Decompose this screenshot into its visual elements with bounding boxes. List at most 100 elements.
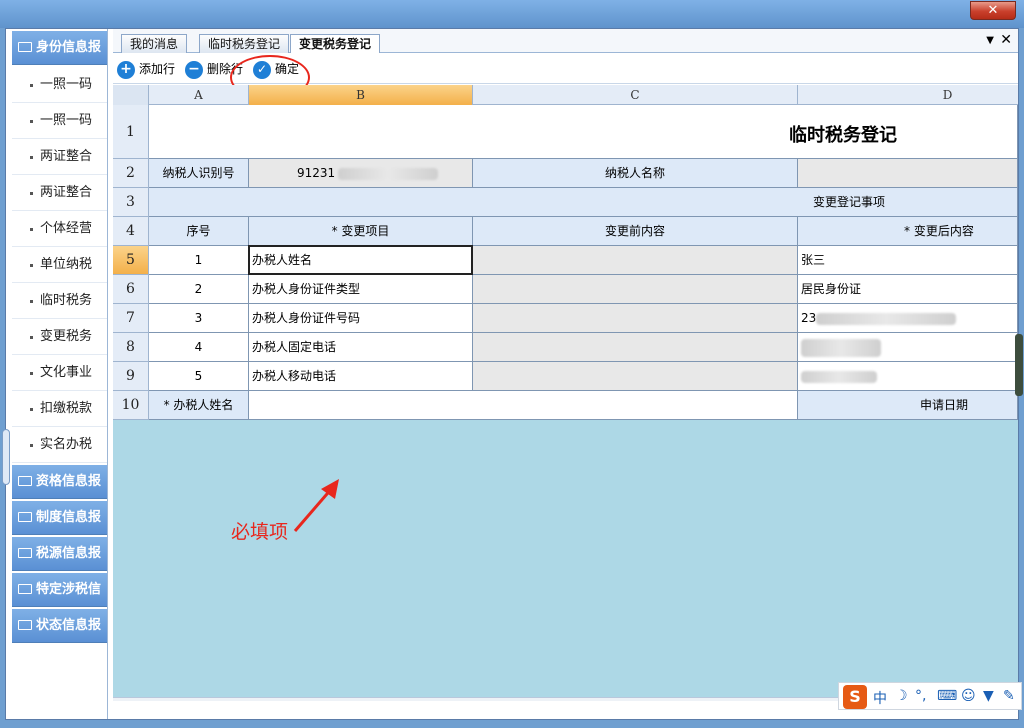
nav-item-8[interactable]: 变更税务 (12, 319, 107, 355)
redacted-text (338, 167, 439, 180)
row-header-4[interactable]: 4 (113, 217, 149, 246)
bullet-icon (30, 228, 33, 231)
row-header-10[interactable]: 10 (113, 391, 149, 420)
column-header-b[interactable]: B (249, 85, 473, 105)
moon-icon[interactable]: ☽ (895, 688, 908, 704)
before-content-cell (473, 246, 798, 275)
row-header-7[interactable]: 7 (113, 304, 149, 333)
nav-section-status[interactable]: 状态信息报 (12, 609, 107, 643)
nav-item-7[interactable]: 临时税务 (12, 283, 107, 319)
nav-item-2[interactable]: 一照一码 (12, 103, 107, 139)
after-content-cell[interactable]: 23 (798, 304, 1018, 333)
bullet-icon (30, 336, 33, 339)
seq-cell: 3 (149, 304, 249, 333)
nav-item-6[interactable]: 单位纳税 (12, 247, 107, 283)
row-header-8[interactable]: 8 (113, 333, 149, 362)
nav-item-label: 单位纳税 (40, 257, 93, 272)
after-content-cell[interactable]: 居民身份证 (798, 275, 1018, 304)
nav-item-label: 实名办税 (40, 437, 93, 452)
add-row-button[interactable]: + 添加行 (117, 59, 175, 79)
select-all-corner[interactable] (113, 85, 149, 105)
column-header-c[interactable]: C (473, 85, 798, 105)
nav-item-label: 个体经营 (40, 221, 93, 236)
nav-section-label: 状态信息报 (36, 618, 102, 633)
nav-item-5[interactable]: 个体经营 (12, 211, 107, 247)
bullet-icon (30, 84, 33, 87)
keyboard-icon[interactable]: ⌨ (937, 688, 957, 704)
ime-toolbar[interactable]: S 中 ☽ °, ⌨ ☺ ▼ ✎ (838, 682, 1022, 710)
row-header-9[interactable]: 9 (113, 362, 149, 391)
nav-section-qualification[interactable]: 资格信息报 (12, 465, 107, 499)
left-navigation: 身份信息报 一照一码 一照一码 两证整合 两证整合 个体经营 单位纳税 临时税务… (6, 29, 108, 719)
tab-change-tax-registration[interactable]: 变更税务登记 (290, 34, 381, 54)
nav-item-11[interactable]: 实名办税 (12, 427, 107, 463)
handler-name-label: * 办税人姓名 (149, 391, 249, 420)
tab-temp-tax-registration[interactable]: 临时税务登记 (199, 34, 290, 53)
header-before-content: 变更前内容 (473, 217, 798, 246)
bullet-icon (30, 156, 33, 159)
column-header-a[interactable]: A (149, 85, 249, 105)
after-content-cell[interactable] (798, 333, 1018, 362)
change-item-cell[interactable]: 办税人身份证件类型 (249, 275, 473, 304)
spreadsheet[interactable]: A B C D 1 2 3 4 5 6 7 8 9 10 临时税务登记 纳税人识… (113, 85, 1018, 701)
bullet-icon (30, 372, 33, 375)
tab-close-icon[interactable]: ✕ (1000, 32, 1012, 48)
change-item-cell[interactable]: 办税人移动电话 (249, 362, 473, 391)
skin-icon[interactable]: ▼ (983, 688, 994, 704)
header-seq: 序号 (149, 217, 249, 246)
bullet-icon (30, 408, 33, 411)
taxpayer-id-field: 91231 (249, 159, 473, 188)
redacted-text (801, 338, 881, 357)
column-header-d[interactable]: D (798, 85, 1018, 105)
tab-list-dropdown-icon[interactable]: ▼ (986, 35, 994, 46)
nav-section-label: 特定涉税信 (36, 582, 102, 597)
change-item-cell[interactable]: 办税人身份证件号码 (249, 304, 473, 333)
folder-icon (18, 584, 32, 594)
nav-section-specific[interactable]: 特定涉税信 (12, 573, 107, 607)
nav-collapse-handle[interactable] (2, 429, 10, 485)
nav-section-identity[interactable]: 身份信息报 (12, 31, 107, 65)
before-content-cell (473, 362, 798, 391)
nav-section-tax-source[interactable]: 税源信息报 (12, 537, 107, 571)
before-content-cell (473, 304, 798, 333)
window-close-button[interactable]: ✕ (970, 1, 1016, 20)
row-header-6[interactable]: 6 (113, 275, 149, 304)
nav-item-1[interactable]: 一照一码 (12, 67, 107, 103)
toolbar: + 添加行 − 删除行 ✓ 确定 (113, 53, 1018, 100)
window-edge-grip (1015, 334, 1023, 396)
tab-my-messages[interactable]: 我的消息 (121, 34, 188, 53)
row-header-3[interactable]: 3 (113, 188, 149, 217)
redacted-text (801, 370, 877, 383)
active-cell-cursor (248, 245, 473, 275)
row-header-5[interactable]: 5 (113, 246, 149, 275)
column-header-bar: A B C D (113, 85, 1018, 105)
change-item-cell[interactable]: 办税人固定电话 (249, 333, 473, 362)
nav-section-system[interactable]: 制度信息报 (12, 501, 107, 535)
nav-item-label: 一照一码 (40, 77, 93, 92)
nav-section-label: 制度信息报 (36, 510, 102, 525)
nav-item-3[interactable]: 两证整合 (12, 139, 107, 175)
nav-item-label: 一照一码 (40, 113, 93, 128)
nav-item-9[interactable]: 文化事业 (12, 355, 107, 391)
folder-icon (18, 620, 32, 630)
minus-circle-icon: − (185, 60, 203, 79)
seq-cell: 4 (149, 333, 249, 362)
user-icon[interactable]: ☺ (961, 688, 976, 704)
tools-icon[interactable]: ✎ (1003, 688, 1015, 704)
nav-section-label: 税源信息报 (36, 546, 102, 561)
after-content-cell[interactable]: 张三 (798, 246, 1018, 275)
window-titlebar: ✕ (0, 0, 1024, 28)
ime-lang-toggle[interactable]: 中 (873, 688, 887, 708)
after-content-cell[interactable] (798, 362, 1018, 391)
bullet-icon (30, 300, 33, 303)
nav-item-10[interactable]: 扣缴税款 (12, 391, 107, 427)
before-content-cell (473, 333, 798, 362)
sogou-logo-icon[interactable]: S (843, 685, 867, 709)
folder-icon (18, 548, 32, 558)
punctuation-icon[interactable]: °, (915, 688, 926, 704)
handler-name-field[interactable] (249, 391, 798, 420)
nav-item-4[interactable]: 两证整合 (12, 175, 107, 211)
row-header-2[interactable]: 2 (113, 159, 149, 188)
row-header-1[interactable]: 1 (113, 105, 149, 159)
before-content-cell (473, 275, 798, 304)
